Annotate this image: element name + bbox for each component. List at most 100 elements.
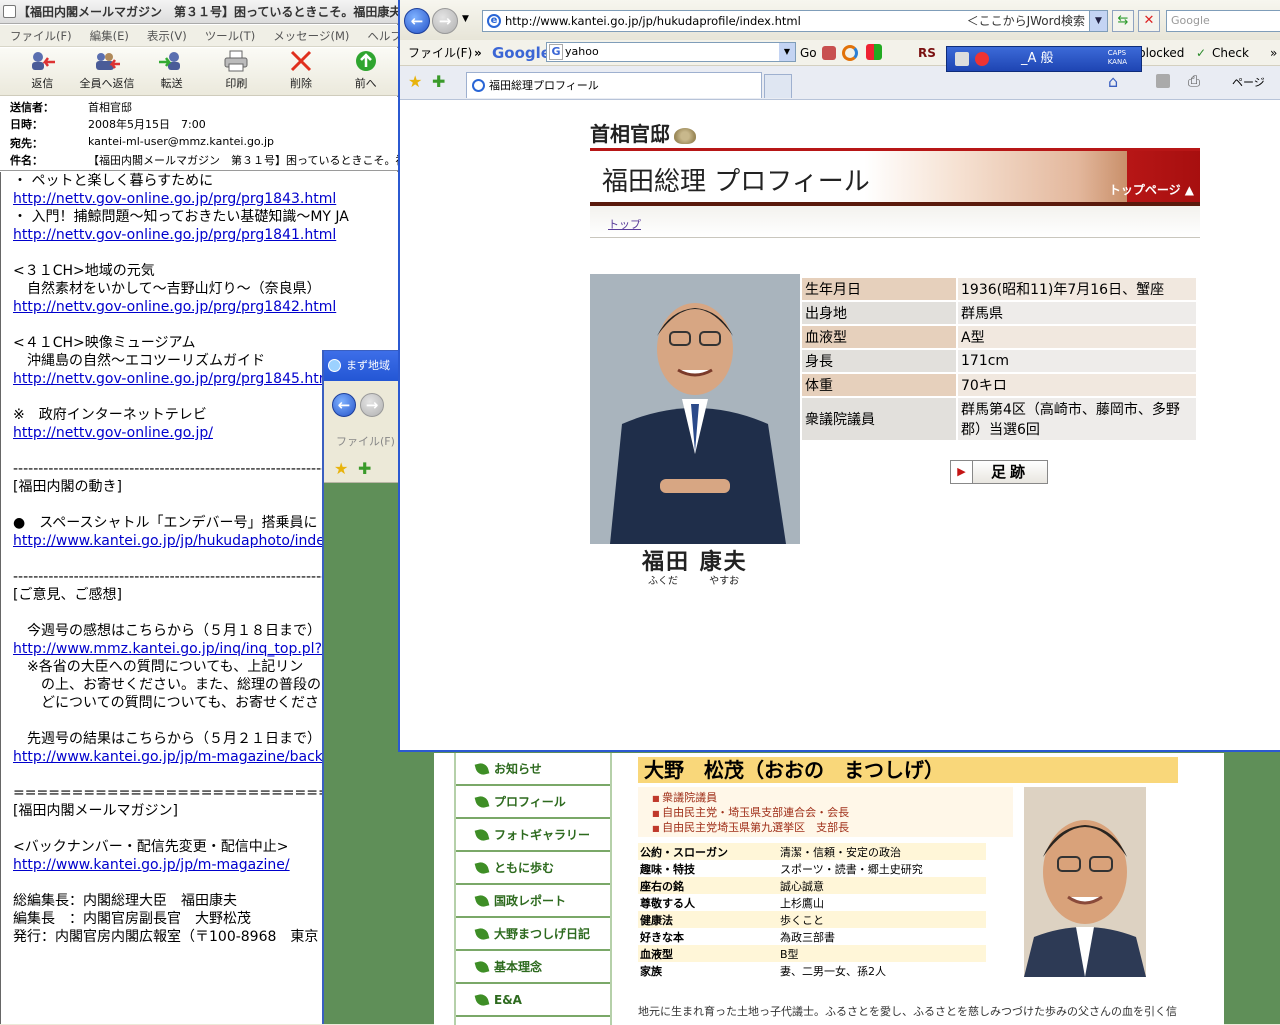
file-menu[interactable]: ファイル(F) xyxy=(408,40,472,66)
spell-check-icon[interactable]: ✓ xyxy=(1196,40,1206,66)
toolbar-overflow-right-icon[interactable]: » xyxy=(1270,40,1277,66)
forward-button[interactable]: 転送 xyxy=(139,48,204,96)
ime-language-bar[interactable]: _A 般 CAPS KANA xyxy=(946,46,1142,72)
print-icon[interactable]: ⎙ xyxy=(1188,72,1200,90)
google-search-input[interactable]: G yahoo ▼ xyxy=(546,42,796,62)
refresh-icon[interactable]: ⇆ xyxy=(1112,10,1134,32)
address-input[interactable]: e http://www.kantei.go.jp/jp/hukudaprofi… xyxy=(482,10,1108,32)
ono-field-key: 趣味・特技 xyxy=(640,862,695,876)
search-input[interactable]: Google xyxy=(1166,10,1280,32)
mail-link[interactable]: http://nettv.gov-online.go.jp/prg/prg184… xyxy=(13,371,336,387)
menu-tools[interactable]: ツール(T) xyxy=(205,28,256,44)
mail-link[interactable]: http://nettv.gov-online.go.jp/prg/prg184… xyxy=(13,191,336,207)
stop-icon[interactable]: ✕ xyxy=(1138,10,1160,32)
caps-kana-indicator: CAPS KANA xyxy=(1108,49,1127,67)
reply-all-button[interactable]: 全員へ返信 xyxy=(75,48,140,96)
menu-message[interactable]: メッセージ(M) xyxy=(273,28,349,44)
ono-field-value: スポーツ・読書・郷土史研究 xyxy=(780,862,923,876)
side-nav-item[interactable]: 国政レポート xyxy=(456,885,610,918)
side-nav-item[interactable]: プロフィール xyxy=(456,786,610,819)
forward-icon[interactable]: → xyxy=(360,393,384,417)
bg-browser-navbar: ← → xyxy=(324,381,404,431)
side-nav-item[interactable]: ともに歩む xyxy=(456,852,610,885)
delete-label: 削除 xyxy=(290,77,313,90)
mail-link[interactable]: http://nettv.gov-online.go.jp/prg/prg184… xyxy=(13,227,336,243)
side-nav-label: 国政レポート xyxy=(494,894,567,908)
bookmarks-icon[interactable] xyxy=(822,46,836,60)
google-dropdown-icon[interactable]: ▼ xyxy=(779,43,795,61)
profile-table: 生年月日 1936(昭和11)年7月16日、蟹座 出身地 群馬県 血液型 A型 身長 171c… xyxy=(800,276,1198,442)
home-icon[interactable]: ⌂ xyxy=(1108,72,1118,91)
mail-link[interactable]: http://www.mmz.kantei.go.jp/inq/inq_top.… xyxy=(13,641,337,657)
forward-button[interactable]: → xyxy=(432,8,458,34)
ono-field-key: 座右の銘 xyxy=(638,877,778,894)
add-to-favorites-icon[interactable]: ✚ xyxy=(432,72,445,91)
feeds-icon[interactable] xyxy=(1156,74,1170,88)
profile-field-key: 出身地 xyxy=(802,302,956,324)
history-dropdown-icon[interactable]: ▼ xyxy=(462,14,469,24)
back-button[interactable]: ← xyxy=(404,8,430,34)
mail-link[interactable]: http://nettv.gov-online.go.jp/prg/prg184… xyxy=(13,299,336,315)
side-nav-item[interactable]: E&A xyxy=(456,984,610,1017)
popup-blocked-label[interactable]: blocked xyxy=(1138,40,1184,66)
mail-titlebar[interactable]: 【福田内閣メールマガジン 第３１号】困っているときこそ。福田康夫 xyxy=(0,0,398,24)
ono-field-key: 公約・スローガン xyxy=(638,843,778,860)
table-row: 出身地 群馬県 xyxy=(802,302,1196,324)
reply-button[interactable]: 返信 xyxy=(10,48,75,96)
page-menu[interactable]: ページ xyxy=(1232,74,1265,90)
banner-title: 福田総理 プロフィール xyxy=(602,167,870,197)
address-dropdown-icon[interactable]: ▼ xyxy=(1089,11,1107,31)
print-button[interactable]: 印刷 xyxy=(204,48,269,96)
ono-field-value: 誠心誠意 xyxy=(778,877,986,894)
mail-text-line: ・ 入門！捕鯨問題～知っておきたい基礎知識～MY JA xyxy=(13,209,349,225)
add-favorite-icon[interactable]: ✚ xyxy=(358,459,371,478)
ono-website: お知らせ プロフィール フォトギャラリー ともに歩む国政レポート大野まつしげ日記 基本理… xyxy=(434,753,1224,1025)
mail-link[interactable]: http://nettv.gov-online.go.jp/ xyxy=(13,425,213,441)
menu-file[interactable]: ファイル(F) xyxy=(10,28,72,44)
spell-check-label[interactable]: Check xyxy=(1212,40,1249,66)
caps-label: CAPS xyxy=(1107,49,1127,57)
mail-link[interactable]: http://www.kantei.go.jp/jp/hukudaphoto/i… xyxy=(13,533,333,549)
reply-label: 返信 xyxy=(31,77,54,90)
footprint-button[interactable]: ▶ 足跡 xyxy=(950,460,1048,484)
ono-field-key: 家族 xyxy=(640,964,662,978)
delete-button[interactable]: 削除 xyxy=(269,48,334,96)
kantei-header: 首相官邸 xyxy=(590,118,696,147)
bg-browser-menu-file[interactable]: ファイル(F) xyxy=(324,431,404,453)
previous-arrow-icon xyxy=(353,50,379,72)
menu-view[interactable]: 表示(V) xyxy=(147,28,187,44)
kana-label: KANA xyxy=(1107,58,1127,66)
breadcrumb-top-link[interactable]: トップ xyxy=(608,216,641,232)
leaf-icon xyxy=(474,992,490,1007)
back-icon[interactable]: ← xyxy=(332,393,356,417)
keyboard-icon[interactable] xyxy=(955,52,969,66)
side-nav-label: E&A xyxy=(494,992,522,1007)
rss-label[interactable]: RS xyxy=(918,40,936,66)
side-nav-item[interactable]: 基本理念 xyxy=(456,951,610,984)
ono-field-value: B型 xyxy=(778,945,986,962)
side-nav-item[interactable]: お知らせ xyxy=(456,753,610,786)
toolbar-overflow-icon[interactable]: » xyxy=(474,40,482,66)
mail-link[interactable]: http://www.kantei.go.jp/jp/m-magazine/ xyxy=(13,857,290,873)
favorites-star-icon[interactable]: ★ xyxy=(334,459,348,478)
side-nav-item[interactable]: フォトギャラリー xyxy=(456,819,610,852)
popup-icon[interactable] xyxy=(866,44,882,60)
favorites-center-icon[interactable]: ★ xyxy=(408,72,422,91)
tab-active[interactable]: 福田総理プロフィール xyxy=(466,72,762,98)
menu-edit[interactable]: 編集(E) xyxy=(90,28,129,44)
side-nav-item[interactable]: 大野まつしげ日記 xyxy=(456,918,610,951)
bg-browser-titlebar[interactable]: まず地域 xyxy=(324,351,404,381)
tab-title: 福田総理プロフィール xyxy=(489,79,599,92)
ime-toggle-icon[interactable] xyxy=(975,52,989,66)
spellcheck-icon[interactable] xyxy=(842,45,858,61)
mail-link[interactable]: http://www.kantei.go.jp/jp/m-magazine/ba… xyxy=(13,749,332,765)
date-value: 2008年5月15日 7:00 xyxy=(88,118,206,131)
new-tab-button[interactable] xyxy=(764,74,792,98)
profile-field-value: A型 xyxy=(958,326,1196,348)
previous-button[interactable]: 前へ xyxy=(333,48,398,96)
mail-text-line xyxy=(13,316,398,334)
top-page-link[interactable]: トップページ ▲ xyxy=(1109,181,1194,198)
ie-page-icon: e xyxy=(487,14,501,28)
go-button[interactable]: Go xyxy=(800,40,817,66)
forward-label: 転送 xyxy=(160,77,183,90)
